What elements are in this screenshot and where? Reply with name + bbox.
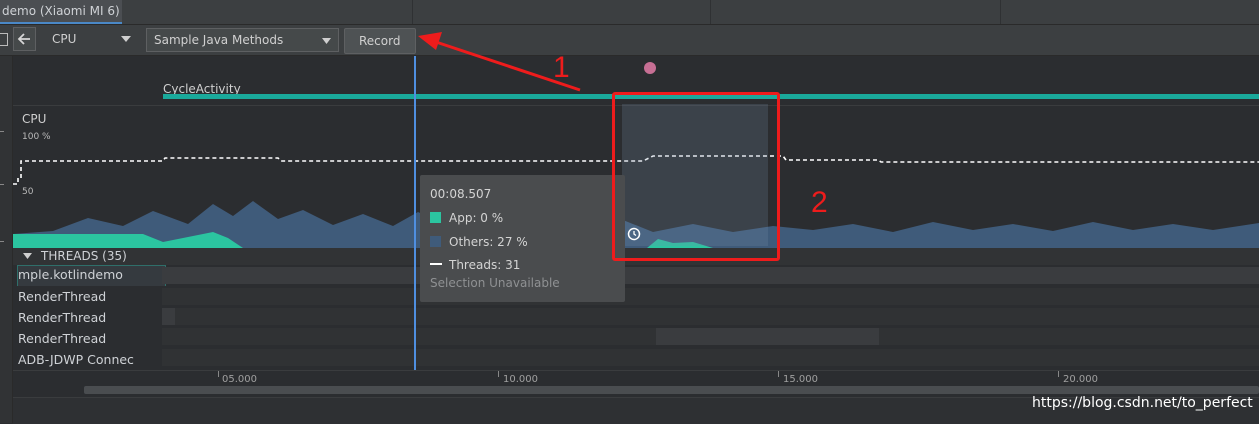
thread-row[interactable] [13, 307, 1259, 328]
annotation-number-2: 2 [811, 186, 828, 219]
thread-row[interactable] [13, 265, 1259, 287]
thread-activity-bar [175, 308, 1259, 325]
panel-toggle-icon[interactable] [0, 33, 8, 46]
axis-tick-label: 05.000 [222, 374, 257, 385]
record-button-label: Record [359, 34, 401, 48]
cpu-axis-mid-label: 50 [22, 187, 34, 197]
collapse-triangle-icon [23, 253, 32, 259]
editor-tab-bar: demo (Xiaomi MI 6) [0, 0, 1259, 25]
gutter-tick [0, 184, 4, 185]
axis-tick-label: 10.000 [503, 374, 538, 385]
axis-tick [778, 371, 779, 377]
config-select[interactable]: Sample Java Methods [146, 28, 339, 52]
thread-activity-bar [162, 349, 1259, 366]
thread-activity-bar [162, 288, 1259, 305]
tooltip-selection-status: Selection Unavailable [430, 276, 560, 290]
left-gutter [0, 56, 13, 423]
thread-activity-bar [162, 328, 656, 345]
back-button[interactable] [13, 27, 36, 51]
thread-label: RenderThread [18, 310, 107, 325]
profiler-toolbar: CPU Sample Java Methods Record [0, 25, 1259, 56]
tooltip-app: App: 0 % [449, 211, 504, 225]
cpu-lane-title: CPU [22, 112, 47, 126]
thread-label: ADB-JDWP Connec [18, 352, 134, 367]
thread-activity-bar [162, 267, 1259, 284]
tooltip-others: Others: 27 % [449, 235, 528, 249]
annotation-arrow [418, 32, 581, 92]
back-arrow-icon [17, 33, 30, 45]
thread-label: mple.kotlindemo [18, 267, 123, 282]
tab-separator [710, 0, 711, 24]
thread-label: RenderThread [18, 331, 107, 346]
gutter-tick [0, 241, 4, 242]
tooltip-threads: Threads: 31 [449, 258, 521, 272]
timeline-scrollbar[interactable] [84, 386, 1259, 394]
playhead-cursor[interactable] [414, 56, 416, 370]
annotation-number-1: 1 [553, 51, 570, 84]
axis-tick [1058, 371, 1059, 377]
thread-row[interactable] [13, 286, 1259, 307]
cpu-axis-max-label: 100 % [22, 132, 51, 142]
axis-tick-label: 20.000 [1063, 374, 1098, 385]
tooltip-time: 00:08.507 [430, 187, 492, 201]
device-tab[interactable]: demo (Xiaomi MI 6) [0, 0, 122, 24]
annotation-highlight-box [612, 92, 780, 261]
threads-header-label: THREADS (35) [41, 249, 127, 263]
config-select-value: Sample Java Methods [154, 33, 284, 47]
chevron-down-icon [322, 38, 331, 44]
tab-separator [1000, 0, 1001, 24]
thread-activity-bar [879, 328, 1259, 345]
watermark-text: https://blog.csdn.net/to_perfect [1032, 395, 1253, 411]
others-legend-swatch [430, 236, 441, 247]
thread-row[interactable] [13, 328, 1259, 349]
thread-label: RenderThread [18, 289, 107, 304]
app-legend-swatch [430, 212, 441, 223]
thread-activity-bar [162, 308, 175, 325]
profiler-select-value: CPU [52, 32, 77, 46]
user-event-marker[interactable] [644, 62, 656, 74]
thread-row[interactable] [13, 349, 1259, 370]
axis-tick [498, 371, 499, 377]
axis-tick [218, 371, 219, 377]
chevron-down-icon [121, 36, 131, 42]
axis-tick-label: 15.000 [783, 374, 818, 385]
gutter-tick [0, 131, 4, 132]
thread-activity-bar [656, 328, 879, 345]
profiler-select[interactable]: CPU [40, 28, 140, 50]
threads-legend-swatch [430, 263, 442, 267]
